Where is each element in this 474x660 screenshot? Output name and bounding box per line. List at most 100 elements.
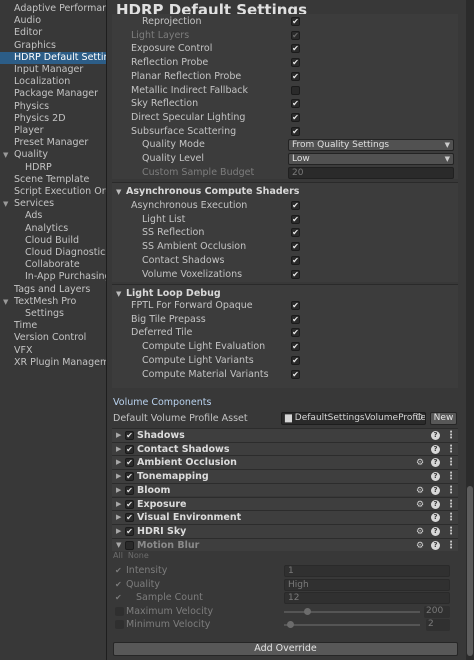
async_section-header[interactable]: ▼ Asynchronous Compute Shaders	[112, 185, 458, 199]
component-enable-checkbox[interactable]	[125, 540, 134, 550]
volume-component-header[interactable]: ▶ ✔ Tonemapping? ⋮	[112, 469, 458, 483]
foldout-closed-icon[interactable]: ▶	[116, 456, 121, 470]
more-options-icon[interactable]: ⋮	[446, 498, 456, 512]
foldout-closed-icon[interactable]: ▶	[116, 470, 121, 484]
sidebar-item[interactable]: Editor	[0, 27, 106, 39]
override-checkbox[interactable]	[115, 607, 124, 616]
help-icon[interactable]: ?	[431, 526, 440, 536]
sidebar-item[interactable]: Collaborate	[0, 259, 106, 271]
component-enable-checkbox[interactable]: ✔	[125, 431, 134, 440]
sidebar-item[interactable]: Package Manager	[0, 88, 106, 100]
override-dropdown[interactable]: High	[284, 579, 450, 591]
more-options-icon[interactable]: ⋮	[446, 484, 456, 498]
component-enable-checkbox[interactable]: ✔	[125, 526, 134, 536]
setting-checkbox[interactable]	[291, 85, 300, 95]
setting-checkbox[interactable]: ✔	[291, 214, 300, 224]
setting-checkbox[interactable]: ✔	[291, 242, 300, 252]
help-icon[interactable]: ?	[431, 472, 440, 482]
more-options-icon[interactable]: ⋮	[446, 429, 456, 443]
component-enable-checkbox[interactable]: ✔	[125, 513, 134, 523]
component-enable-checkbox[interactable]: ✔	[125, 499, 134, 509]
volume-component-header[interactable]: ▶ ✔ Shadows? ⋮	[112, 428, 458, 442]
all-link[interactable]: All	[113, 551, 123, 560]
setting-checkbox[interactable]: ✔	[291, 30, 300, 40]
slider-value-field[interactable]: 200	[424, 606, 450, 618]
setting-checkbox[interactable]: ✔	[291, 342, 300, 352]
sidebar-item[interactable]: Adaptive Performance	[0, 3, 106, 15]
setting-checkbox[interactable]: ✔	[291, 314, 300, 324]
volume-component-header[interactable]: ▶ ✔ Ambient Occlusion ⚙? ⋮	[112, 455, 458, 470]
setting-checkbox[interactable]: ✔	[291, 255, 300, 265]
override-slider[interactable]	[284, 608, 420, 615]
sidebar-item[interactable]: Physics	[0, 101, 106, 113]
sidebar-item[interactable]: HDRP Default Settings	[0, 51, 106, 64]
sidebar-item[interactable]: ▼ Quality	[0, 149, 106, 161]
more-options-icon[interactable]: ⋮	[446, 511, 456, 525]
foldout-closed-icon[interactable]: ▶	[116, 498, 121, 512]
new-profile-button[interactable]: New	[430, 412, 457, 425]
volume-component-header[interactable]: ▼ Motion Blur ⚙? ⋮	[112, 537, 458, 553]
sidebar-item[interactable]: Analytics	[0, 223, 106, 235]
object-picker-icon[interactable]: ⊙	[415, 412, 423, 423]
component-enable-checkbox[interactable]: ✔	[125, 472, 134, 482]
foldout-closed-icon[interactable]: ▶	[116, 429, 121, 443]
volume-component-header[interactable]: ▶ ✔ HDRI Sky ⚙? ⋮	[112, 523, 458, 539]
sidebar-item[interactable]: Version Control	[0, 332, 106, 344]
setting-checkbox[interactable]: ✔	[291, 228, 300, 238]
setting-checkbox[interactable]: ✔	[291, 355, 300, 365]
volume-component-header[interactable]: ▶ ✔ Exposure ⚙? ⋮	[112, 496, 458, 512]
sidebar-item[interactable]: Settings	[0, 308, 106, 320]
setting-checkbox[interactable]: ✔	[291, 99, 300, 109]
setting-checkbox[interactable]: ✔	[291, 112, 300, 122]
sidebar-item[interactable]: ▼ TextMesh Pro	[0, 296, 106, 308]
foldout-open-icon[interactable]: ▼	[3, 198, 8, 210]
setting-checkbox[interactable]: ✔	[291, 126, 300, 136]
setting-checkbox[interactable]: ✔	[291, 301, 300, 310]
sidebar-item[interactable]: Ads	[0, 210, 106, 222]
override-checkbox[interactable]	[115, 620, 124, 629]
help-icon[interactable]: ?	[431, 499, 440, 509]
dropdown-quality-level[interactable]: Low ▼	[288, 153, 454, 165]
setting-checkbox[interactable]: ✔	[291, 71, 300, 81]
slider-knob[interactable]	[286, 621, 294, 628]
scrollbar-thumb[interactable]	[467, 486, 473, 656]
sidebar-item[interactable]: Audio	[0, 15, 106, 27]
sidebar-item[interactable]: ▼ Services	[0, 198, 106, 210]
setting-checkbox[interactable]: ✔	[291, 58, 300, 68]
sidebar-item[interactable]: XR Plugin Management	[0, 357, 106, 369]
foldout-closed-icon[interactable]: ▶	[116, 511, 121, 525]
component-enable-checkbox[interactable]: ✔	[125, 444, 134, 454]
more-options-icon[interactable]: ⋮	[446, 539, 456, 553]
help-icon[interactable]: ?	[431, 513, 440, 523]
help-icon[interactable]: ?	[431, 444, 440, 454]
sidebar-item[interactable]: In-App Purchasing	[0, 271, 106, 283]
help-icon[interactable]: ?	[431, 485, 440, 495]
sidebar-item[interactable]: Cloud Build	[0, 235, 106, 247]
more-options-icon[interactable]: ⋮	[446, 470, 456, 484]
override-value-field[interactable]: 12	[284, 592, 450, 604]
setting-checkbox[interactable]: ✔	[291, 269, 300, 279]
help-icon[interactable]: ?	[431, 540, 440, 550]
sidebar-item[interactable]: Cloud Diagnostics	[0, 247, 106, 259]
more-options-icon[interactable]: ⋮	[446, 525, 456, 539]
more-options-icon[interactable]: ⋮	[446, 456, 456, 470]
setting-checkbox[interactable]: ✔	[291, 201, 300, 210]
sidebar-item[interactable]: Input Manager	[0, 64, 106, 76]
sidebar-item[interactable]: VFX	[0, 345, 106, 357]
override-slider[interactable]	[284, 621, 420, 628]
sidebar-item[interactable]: Physics 2D	[0, 113, 106, 125]
none-link[interactable]: None	[128, 551, 149, 560]
foldout-closed-icon[interactable]: ▶	[116, 484, 121, 498]
component-enable-checkbox[interactable]: ✔	[125, 458, 134, 468]
volume-component-header[interactable]: ▶ ✔ Contact Shadows? ⋮	[112, 441, 458, 457]
override-checkbox[interactable]: ✔	[115, 580, 124, 589]
slider-knob[interactable]	[303, 608, 311, 615]
sidebar-item[interactable]: Time	[0, 320, 106, 332]
override-value-field[interactable]: 1	[284, 565, 450, 577]
volume-component-header[interactable]: ▶ ✔ Visual Environment? ⋮	[112, 510, 458, 524]
setting-checkbox[interactable]: ✔	[291, 44, 300, 54]
override-checkbox[interactable]: ✔	[115, 593, 124, 602]
more-options-icon[interactable]: ⋮	[446, 443, 456, 457]
foldout-closed-icon[interactable]: ▶	[116, 443, 121, 457]
default-profile-field[interactable]: ▆ DefaultSettingsVolumeProfile	[281, 412, 426, 425]
